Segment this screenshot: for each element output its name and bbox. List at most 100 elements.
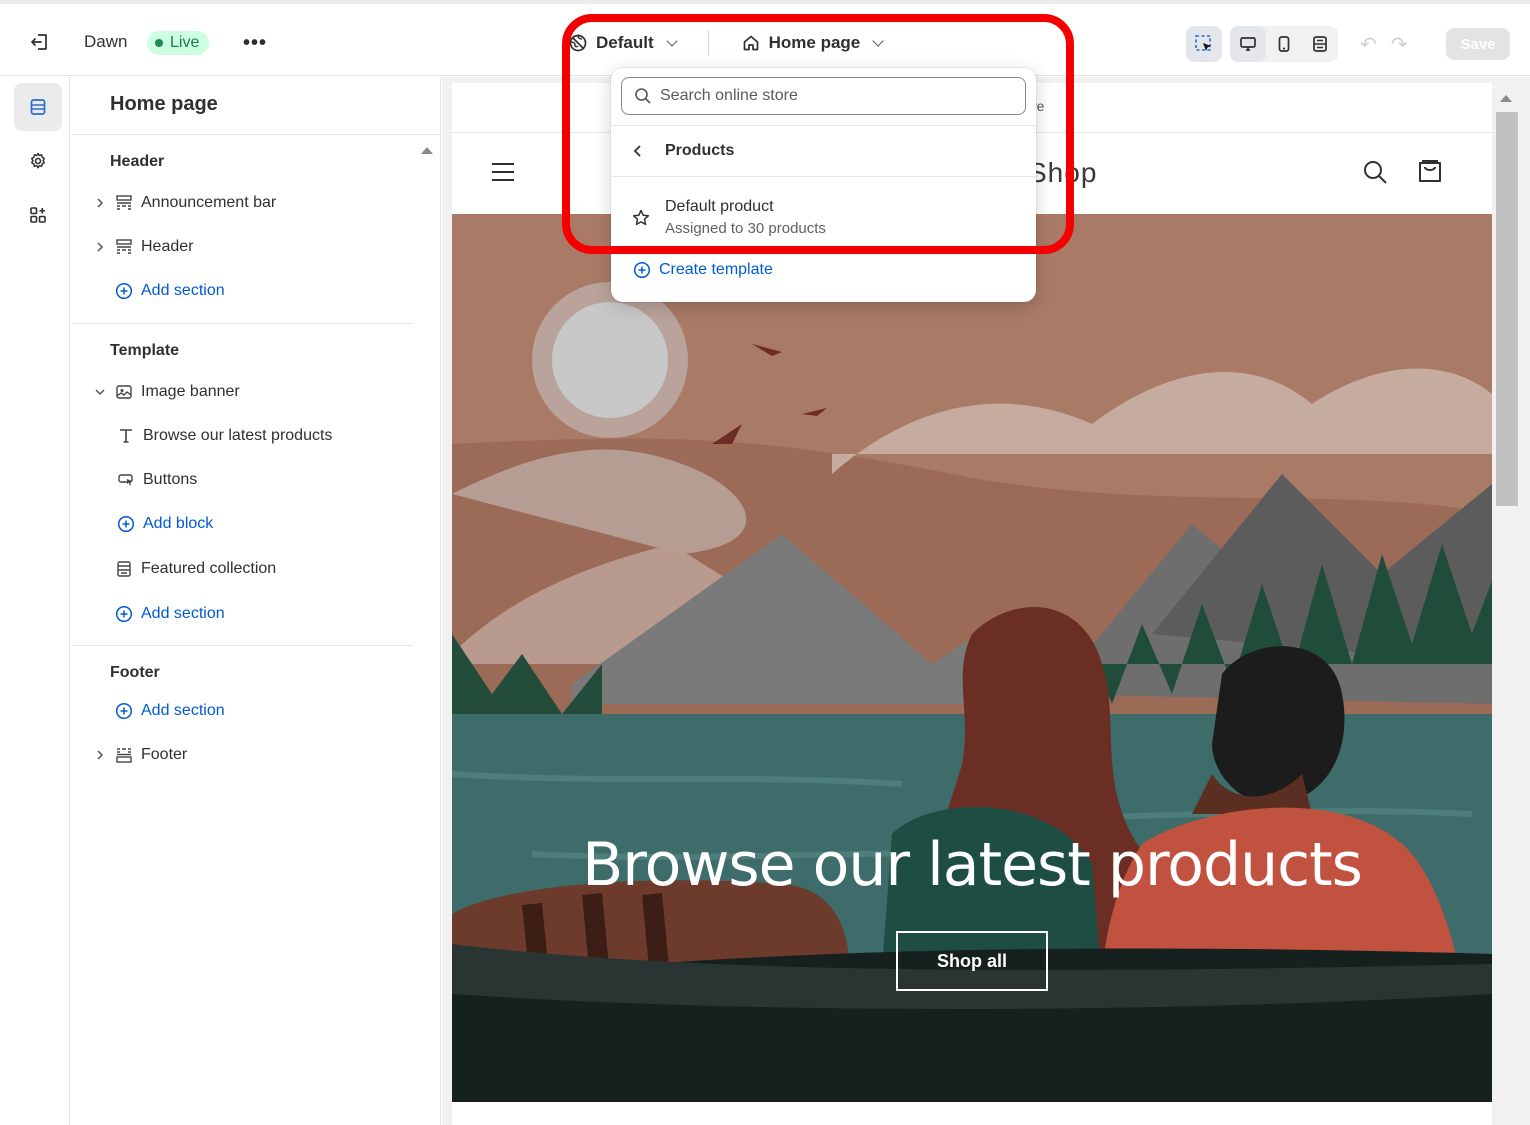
chevron-down-icon (665, 35, 678, 47)
section-featured-collection[interactable]: Featured collection (91, 554, 276, 584)
home-icon (743, 35, 758, 51)
apps-icon (30, 207, 46, 223)
add-section-label: Add section (141, 702, 225, 719)
block-label: Buttons (143, 471, 198, 488)
chevron-down-icon (872, 35, 884, 47)
desktop-icon (1240, 37, 1256, 51)
inspector-button[interactable] (1186, 26, 1222, 62)
app-embeds-tab[interactable] (14, 191, 62, 239)
section-image-banner[interactable]: Image banner (91, 377, 240, 407)
sections-tab[interactable] (14, 83, 62, 131)
chevron-right-icon[interactable] (91, 750, 109, 760)
header-layout-icon (111, 238, 137, 256)
plus-circle-icon (111, 282, 137, 300)
shop-all-button[interactable]: Shop all (896, 931, 1048, 991)
dropdown-divider (611, 176, 1036, 177)
section-label: Image banner (141, 383, 240, 400)
banner-heading: Browse our latest products (582, 830, 1363, 900)
live-badge: Live (147, 31, 210, 55)
template-page-selectors: Default Home page (568, 28, 884, 58)
section-announcement-bar[interactable]: Announcement bar (91, 188, 276, 218)
sections-icon (30, 99, 46, 115)
sidebar-title: Home page (110, 93, 218, 115)
store-name: Shop (1028, 157, 1098, 188)
selector-divider (707, 30, 709, 56)
theme-settings-tab[interactable] (14, 137, 62, 185)
add-section-label: Add section (141, 605, 225, 622)
theme-editor: Dawn Live ••• Default Home page ↶ ↷ Save… (0, 0, 1530, 1125)
block-buttons[interactable]: Buttons (111, 465, 197, 495)
plus-circle-icon (113, 515, 139, 533)
plus-circle-icon (633, 261, 651, 279)
sections-sidebar: Home page Header Announcement bar Header… (71, 77, 441, 1125)
add-section-header-button[interactable]: Add section (91, 276, 225, 306)
exit-button[interactable] (26, 28, 54, 56)
plus-circle-icon (111, 702, 137, 720)
group-divider (71, 645, 413, 646)
template-selector-label: Default (596, 33, 654, 52)
mobile-icon (1278, 36, 1290, 52)
undo-redo-group: ↶ ↷ (1360, 32, 1408, 57)
section-header[interactable]: Header (91, 232, 193, 262)
chevron-down-icon[interactable] (91, 388, 109, 396)
save-button[interactable]: Save (1446, 28, 1510, 60)
fullscreen-view-button[interactable] (1302, 26, 1338, 62)
image-icon (111, 383, 137, 401)
plus-circle-icon (111, 605, 137, 623)
add-block-label: Add block (143, 515, 214, 532)
search-field[interactable] (621, 77, 1026, 115)
section-label: Footer (141, 746, 188, 763)
star-icon (632, 209, 650, 225)
mobile-view-button[interactable] (1266, 26, 1302, 62)
menu-icon[interactable] (490, 159, 516, 185)
view-tools: ↶ ↷ (1186, 26, 1408, 62)
scrollbar-thumb[interactable] (1496, 112, 1518, 506)
template-selector[interactable]: Default (568, 33, 678, 53)
add-section-label: Add section (141, 282, 225, 299)
cart-icon[interactable] (1416, 157, 1444, 185)
back-to-products-button[interactable]: Products (631, 138, 734, 164)
text-icon (113, 427, 139, 445)
template-dropdown: Products Default product Assigned to 30 … (611, 68, 1036, 302)
exit-icon (31, 34, 47, 50)
create-template-button[interactable]: Create template (633, 261, 773, 279)
block-heading[interactable]: Browse our latest products (111, 421, 332, 451)
default-product-template-option[interactable]: Default product Assigned to 30 products (631, 198, 826, 237)
theme-name: Dawn (84, 32, 128, 51)
dropdown-divider (611, 125, 1036, 126)
redo-icon[interactable]: ↷ (1391, 32, 1408, 57)
collection-icon (111, 560, 137, 578)
scroll-up-arrow-icon[interactable] (421, 147, 433, 154)
header-layout-icon (111, 194, 137, 212)
undo-icon[interactable]: ↶ (1360, 32, 1377, 57)
footer-layout-icon (111, 746, 137, 764)
block-label: Browse our latest products (143, 427, 333, 444)
page-selector[interactable]: Home page (741, 33, 884, 53)
image-banner-preview[interactable]: Browse our latest products Shop all (452, 214, 1492, 1102)
section-label: Announcement bar (141, 194, 277, 211)
footer-group-heading: Footer (110, 664, 160, 681)
group-divider (71, 323, 413, 324)
more-actions-button[interactable]: ••• (243, 32, 267, 55)
template-group-heading: Template (110, 342, 180, 359)
add-section-footer-button[interactable]: Add section (91, 696, 225, 726)
chevron-right-icon[interactable] (91, 198, 109, 208)
button-cursor-icon (113, 471, 139, 489)
template-option-name: Default product (665, 198, 774, 215)
scroll-up-arrow-icon[interactable] (1500, 95, 1512, 102)
section-footer[interactable]: Footer (91, 740, 187, 770)
search-icon (635, 88, 651, 104)
chevron-left-icon (633, 145, 641, 157)
sidebar-divider (71, 134, 441, 135)
add-section-template-button[interactable]: Add section (91, 599, 225, 629)
header-group-heading: Header (110, 153, 165, 170)
search-input[interactable] (660, 87, 990, 105)
desktop-view-button[interactable] (1230, 26, 1266, 62)
fullscreen-icon (1313, 36, 1327, 52)
gear-icon (31, 152, 45, 169)
live-badge-label: Live (170, 34, 200, 51)
add-block-button[interactable]: Add block (111, 509, 213, 539)
chevron-right-icon[interactable] (91, 242, 109, 252)
globe-off-icon (569, 34, 587, 52)
search-icon[interactable] (1362, 159, 1388, 185)
